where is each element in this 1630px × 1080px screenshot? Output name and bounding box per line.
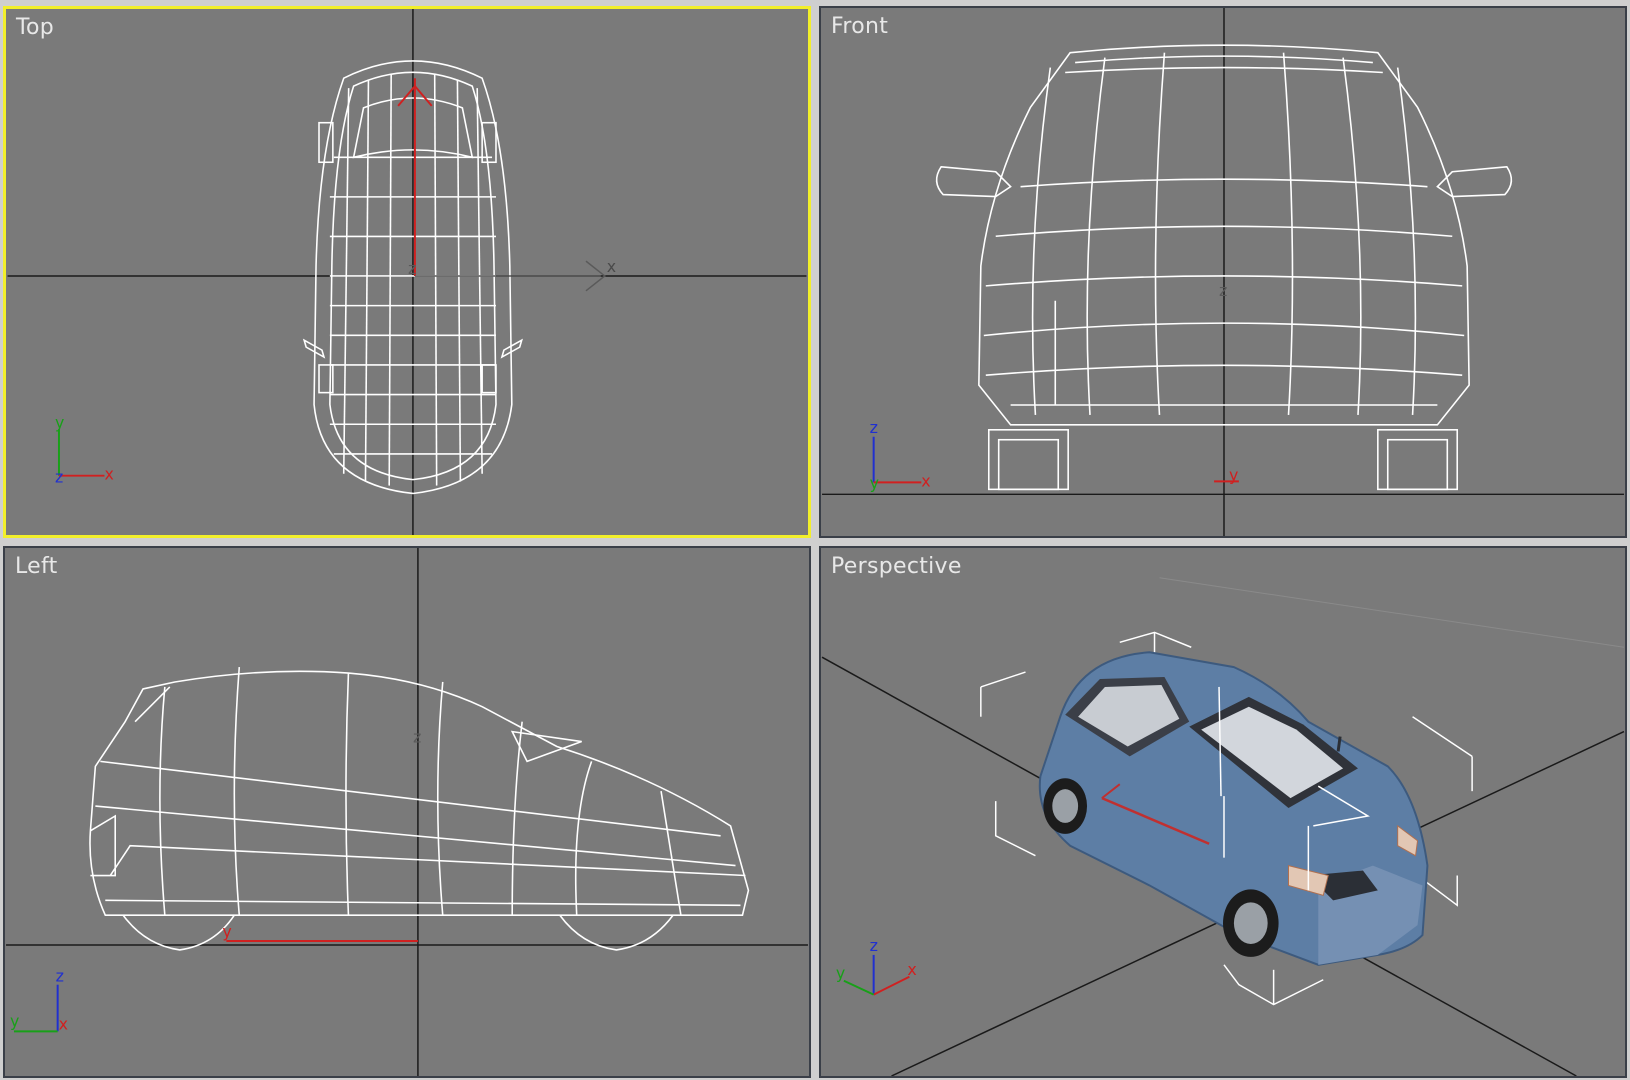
viewport-top[interactable]: Top x z y x z [3, 6, 811, 538]
top-view-canvas[interactable]: x z y x z [6, 9, 808, 535]
viewport-perspective[interactable]: Perspective z x y [819, 546, 1627, 1078]
left-view-canvas[interactable]: y z z y x [5, 548, 809, 1076]
tripod-z-label: z [56, 967, 64, 986]
tripod-z-label: z [870, 936, 878, 955]
axis-tripod-left: z y x [10, 967, 68, 1034]
front-view-canvas[interactable]: y z z x y [821, 8, 1625, 536]
tripod-x-label: x [59, 1014, 68, 1033]
gizmo-z-label: z [1219, 281, 1227, 300]
tripod-x-label: x [921, 471, 930, 490]
gizmo-z-label: z [408, 259, 416, 278]
axis-tripod-top: y x z [55, 413, 114, 486]
axis-tripod-front: z x y [870, 418, 931, 493]
perspective-view-canvas[interactable]: z x y [821, 548, 1625, 1076]
viewport-layout: Top x z y x z Front y z z x y Left y z z… [0, 0, 1630, 1080]
tripod-z-label: z [870, 418, 878, 437]
tripod-y-label: y [870, 473, 879, 492]
viewport-front[interactable]: Front y z z x y [819, 6, 1627, 538]
tripod-y-label: y [10, 1011, 19, 1030]
gizmo-y-label: y [222, 922, 231, 941]
viewport-label-perspective[interactable]: Perspective [831, 554, 962, 579]
gizmo-x-label: x [607, 257, 616, 276]
tripod-z-label: z [55, 468, 63, 487]
tripod-x-label: x [104, 465, 113, 484]
grid-line-far [1159, 577, 1625, 648]
tripod-x-label: x [907, 960, 916, 979]
tripod-y-label: y [836, 964, 845, 983]
tripod-y-label: y [55, 413, 64, 432]
car-model-shaded [1038, 651, 1429, 966]
gizmo-z-label: z [413, 728, 421, 747]
gizmo-y-label: y [1229, 465, 1238, 484]
viewport-label-top[interactable]: Top [16, 15, 54, 40]
car-wireframe-left [89, 667, 750, 951]
viewport-label-left[interactable]: Left [15, 554, 58, 579]
axis-tripod-perspective: z x y [836, 936, 917, 996]
viewport-left[interactable]: Left y z z y x [3, 546, 811, 1078]
viewport-label-front[interactable]: Front [831, 14, 888, 39]
